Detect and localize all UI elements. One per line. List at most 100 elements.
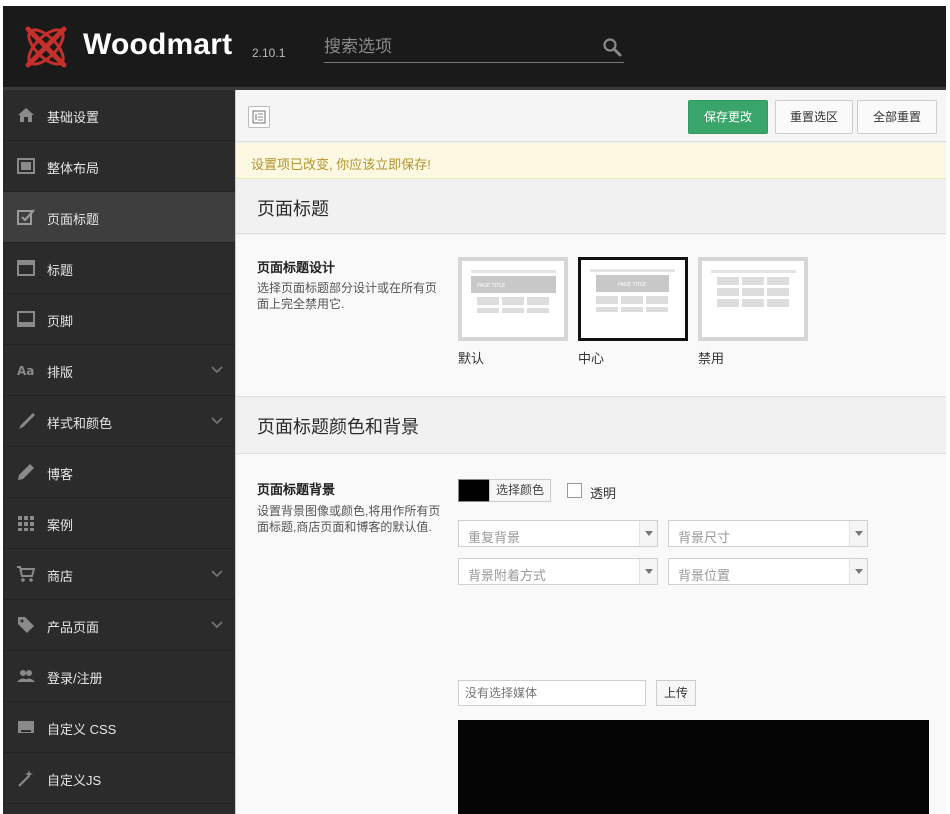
footer-icon [17,311,35,327]
background-position-select[interactable]: 背景位置 [668,558,868,585]
sidebar-item-label: 基础设置 [47,110,100,125]
dropdown-arrow-icon [849,521,867,546]
grid-icon [18,516,34,531]
color-swatch[interactable] [458,479,490,502]
sidebar-item-label: 排版 [47,365,74,380]
option-label: 禁用 [698,351,725,366]
sidebar-item-portfolio[interactable]: 案例 [3,498,235,549]
toolbar: 保存更改 重置选区 全部重置 [236,90,946,142]
checkbox-icon [17,209,35,225]
field-description: 选择页面标题部分设计或在所有页面上完全禁用它. [257,281,438,311]
select-placeholder: 背景附着方式 [468,568,547,583]
sidebar-item-label: 商店 [47,569,74,584]
chevron-down-icon [211,417,223,425]
field-description: 设置背景图像或颜色,将用作所有页面标题,商店页面和博客的默认值. [257,504,441,534]
expand-options-button[interactable] [248,106,270,128]
layout-option-centered[interactable]: PAGE TITLE [578,257,688,341]
sidebar: 基础设置 整体布局 页面标题 标题 页脚 Aa 排版 样式和颜色 博客 案例 商… [3,90,235,814]
sidebar-item-custom-js[interactable]: 自定义JS [3,753,235,804]
thumb-text: PAGE TITLE [477,283,505,289]
save-button[interactable]: 保存更改 [688,100,768,134]
background-size-select[interactable]: 背景尺寸 [668,520,868,547]
layout-default-thumbnail: PAGE TITLE [471,270,556,313]
background-preview [458,720,929,814]
option-label: 默认 [458,351,485,366]
background-repeat-select[interactable]: 重复背景 [458,520,658,547]
magic-wand-icon [18,770,33,787]
chevron-down-icon [211,621,223,629]
sidebar-item-label: 整体布局 [47,161,100,176]
media-url-input[interactable] [458,680,646,706]
field-title: 页面标题设计 [257,260,336,275]
select-color-button[interactable]: 选择颜色 [489,479,551,502]
sidebar-item-label: 自定义 CSS [47,722,117,737]
home-icon [18,108,34,122]
sidebar-item-shop[interactable]: 商店 [3,549,235,600]
dropdown-arrow-icon [639,559,657,584]
layout-disabled-thumbnail [711,270,796,307]
select-placeholder: 背景尺寸 [678,530,731,545]
sidebar-item-basic-settings[interactable]: 基础设置 [3,90,235,141]
sidebar-item-label: 博客 [47,467,74,482]
layout-centered-thumbnail: PAGE TITLE [590,269,675,312]
sidebar-item-custom-css[interactable]: 自定义 CSS [3,702,235,753]
sidebar-item-styles-colors[interactable]: 样式和颜色 [3,396,235,447]
background-attachment-select[interactable]: 背景附着方式 [458,558,658,585]
sidebar-item-label: 案例 [47,518,74,533]
section-header-page-title: 页面标题 [236,179,946,234]
tags-icon [18,617,34,633]
sidebar-item-layout[interactable]: 整体布局 [3,141,235,192]
upload-button[interactable]: 上传 [656,680,696,706]
sidebar-item-label: 样式和颜色 [47,416,113,431]
section-title: 页面标题 [257,199,329,219]
layout-option-disabled[interactable] [698,257,808,341]
section-title: 页面标题颜色和背景 [257,417,419,437]
transparent-label: 透明 [590,486,617,501]
css-icon [18,721,34,733]
section-header-title-colors: 页面标题颜色和背景 [236,396,946,454]
sidebar-item-label: 标题 [47,263,74,278]
sidebar-item-label: 登录/注册 [47,671,103,686]
transparent-checkbox[interactable] [567,483,582,498]
sidebar-item-label: 页面标题 [47,212,100,227]
cart-icon [17,566,35,582]
dropdown-arrow-icon [639,521,657,546]
notice-text: 设置项已改变, 你应该立即保存! [251,157,431,172]
select-placeholder: 背景位置 [678,568,731,583]
sidebar-item-header[interactable]: 标题 [3,243,235,294]
woodmart-logo-icon [25,26,67,68]
brush-icon [19,413,35,429]
users-icon [17,670,35,682]
svg-text:Aa: Aa [17,364,34,378]
reset-section-button[interactable]: 重置选区 [775,100,853,134]
chevron-down-icon [211,366,223,374]
chevron-down-icon [211,570,223,578]
dropdown-arrow-icon [849,559,867,584]
search-box [324,31,624,63]
sidebar-item-label: 产品页面 [47,620,100,635]
sidebar-item-footer[interactable]: 页脚 [3,294,235,345]
unsaved-notice: 设置项已改变, 你应该立即保存! [236,143,946,179]
sidebar-item-product-page[interactable]: 产品页面 [3,600,235,651]
sidebar-item-label: 页脚 [47,314,74,329]
sidebar-item-page-title[interactable]: 页面标题 [3,192,235,243]
brand-name: Woodmart [83,28,233,61]
app-frame: Woodmart 2.10.1 基础设置 整体布局 页面标题 标题 [3,6,946,814]
field-title: 页面标题背景 [257,482,336,497]
sidebar-item-label: 自定义JS [47,773,102,788]
main-content: 保存更改 重置选区 全部重置 设置项已改变, 你应该立即保存! 页面标题 页面标… [235,90,946,814]
layout-option-default[interactable]: PAGE TITLE [458,257,568,341]
pencil-icon [18,464,34,480]
header: Woodmart 2.10.1 [3,6,946,90]
sidebar-item-typography[interactable]: Aa 排版 [3,345,235,396]
section-body-title-colors: 页面标题背景 设置背景图像或颜色,将用作所有页面标题,商店页面和博客的默认值. … [236,454,946,814]
thumb-text: PAGE TITLE [618,282,646,288]
search-input[interactable] [324,33,594,61]
search-icon[interactable] [602,37,622,57]
section-body-page-title: 页面标题设计 选择页面标题部分设计或在所有页面上完全禁用它. PAGE TITL… [236,235,946,396]
sidebar-item-login-register[interactable]: 登录/注册 [3,651,235,702]
option-label: 中心 [578,351,605,366]
layout-icon [17,158,35,174]
sidebar-item-blog[interactable]: 博客 [3,447,235,498]
reset-all-button[interactable]: 全部重置 [857,100,937,134]
